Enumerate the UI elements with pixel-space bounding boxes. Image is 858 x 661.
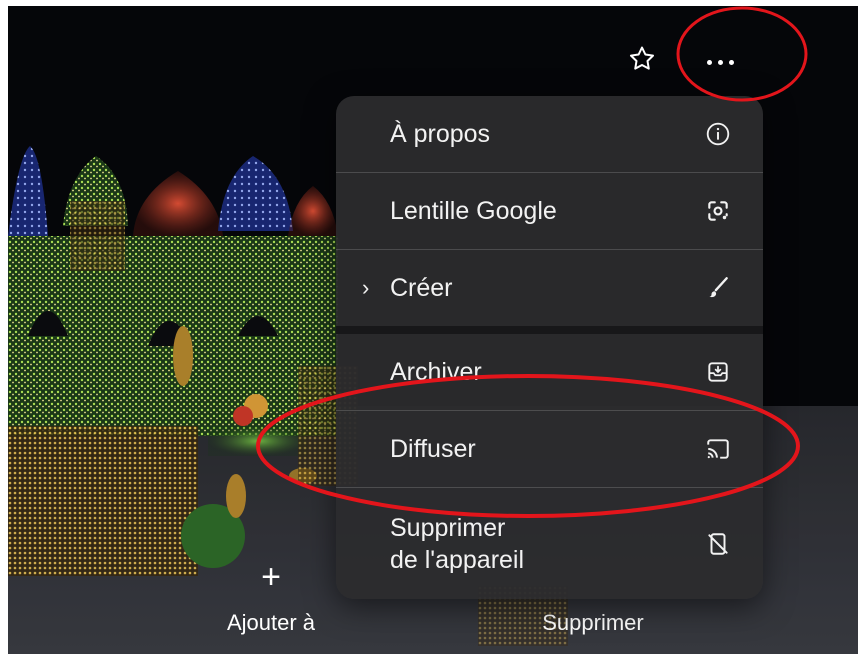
more-options-button[interactable] <box>692 44 748 80</box>
overflow-menu: À propos Lentille Google › Créer Archive… <box>336 96 763 599</box>
cast-icon <box>703 434 733 464</box>
menu-item-label: Diffuser <box>390 434 476 463</box>
menu-item-label: Créer <box>390 273 453 302</box>
star-outline-icon <box>630 46 654 70</box>
delete-from-device-icon <box>703 529 733 559</box>
menu-item-cast[interactable]: Diffuser <box>336 411 763 487</box>
info-icon <box>703 119 733 149</box>
menu-item-about[interactable]: À propos <box>336 96 763 172</box>
menu-item-delete-from-device[interactable]: Supprimer de l'appareil <box>336 488 763 599</box>
menu-item-create[interactable]: › Créer <box>336 250 763 326</box>
menu-item-label: Lentille Google <box>390 196 557 225</box>
menu-group-divider <box>336 326 763 334</box>
more-horizontal-icon <box>706 59 712 65</box>
menu-item-google-lens[interactable]: Lentille Google <box>336 173 763 249</box>
photo-viewer: + Ajouter à Supprimer À propos Lentille … <box>8 6 858 654</box>
plus-icon[interactable]: + <box>256 560 286 594</box>
google-lens-icon <box>703 196 733 226</box>
archive-icon <box>703 357 733 387</box>
menu-item-archive[interactable]: Archiver <box>336 334 763 410</box>
brush-icon <box>703 273 733 303</box>
menu-item-label: Archiver <box>390 357 482 386</box>
add-to-button[interactable]: Ajouter à <box>216 610 326 636</box>
delete-button[interactable]: Supprimer <box>528 610 658 636</box>
top-toolbar <box>8 6 858 96</box>
chevron-right-icon: › <box>362 275 370 300</box>
favorite-button[interactable] <box>624 44 660 80</box>
menu-item-label: Supprimer de l'appareil <box>390 513 525 574</box>
menu-item-label: À propos <box>390 119 491 148</box>
